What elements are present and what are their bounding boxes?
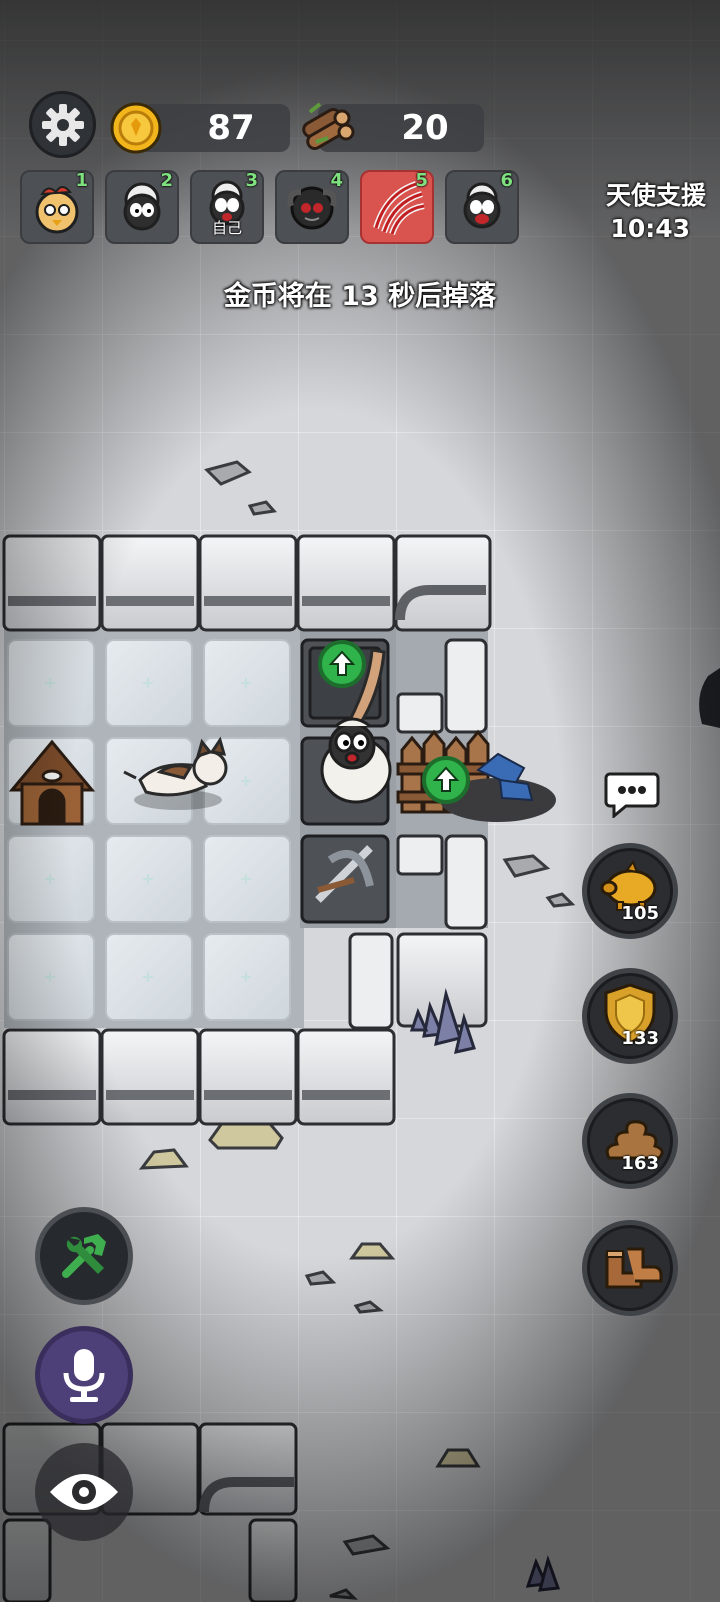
angel-support-timer: 10:43 [610,214,690,243]
poop-ability-button[interactable]: 163 [582,1093,678,1189]
hammer-wrench-icon [62,1234,106,1278]
enemy-silhouette [699,668,720,728]
angel-support-label: 天使支援 [605,181,706,210]
settings-button[interactable] [29,91,96,158]
boots-ability-button[interactable] [582,1220,678,1316]
player-number: 3 [245,170,258,191]
bottom-wall [2,1028,396,1126]
player-slot-3[interactable]: 3 自己 [190,170,264,244]
voice-chat-button[interactable] [35,1326,133,1424]
ability-count: 163 [621,1153,659,1174]
coin-count: 87 [207,108,255,148]
piggy-bank-ability-button[interactable]: 105 [582,843,678,939]
player-slot-4[interactable]: 4 [275,170,349,244]
wood-count: 20 [401,108,449,148]
gear-icon [41,103,84,146]
ability-count: 105 [621,903,659,924]
crystal-cluster-small [525,1554,561,1592]
player-slot-6[interactable]: 6 [445,170,519,244]
chat-bubble-icon[interactable] [604,770,660,818]
eye-icon [50,1474,118,1510]
build-button[interactable] [35,1207,133,1305]
gold-ore-rocks [138,1110,481,1468]
coin-drop-message: 金币将在 13 秒后掉落 [223,281,497,312]
top-wall [2,534,492,632]
wood-logs-icon [302,102,355,150]
shield-ability-button[interactable]: 133 [582,968,678,1064]
player-number: 6 [500,170,513,191]
upgrade-arrow-icon[interactable] [422,756,470,804]
player-number: 4 [330,170,343,191]
player-slot-2[interactable]: 2 [105,170,179,244]
crossbow-turret [300,834,390,924]
ability-count: 133 [621,1028,659,1049]
player-number: 2 [160,170,173,191]
self-label: 自己 [211,219,242,237]
player-number: 5 [415,170,428,191]
microphone-icon [63,1349,105,1402]
player-slot-5[interactable]: 5 [360,170,434,244]
player-slot-1[interactable]: 1 [20,170,94,244]
view-toggle-button[interactable] [35,1443,133,1541]
upgrade-arrow-icon[interactable] [318,640,366,688]
player-number: 1 [75,170,88,191]
gold-coin-icon [110,102,162,154]
boots-icon [605,1247,663,1289]
